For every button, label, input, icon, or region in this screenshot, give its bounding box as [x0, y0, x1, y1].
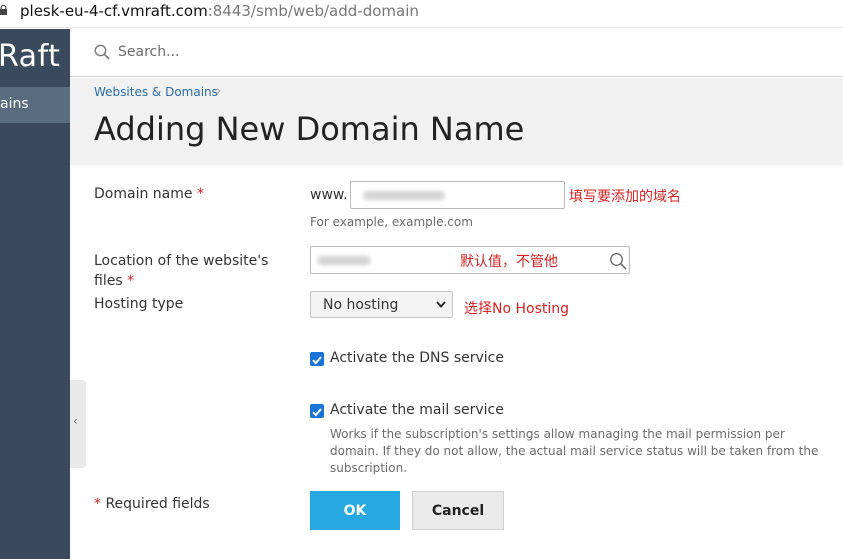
required-mark: *	[94, 496, 101, 512]
lock-icon	[0, 5, 7, 15]
cancel-button[interactable]: Cancel	[412, 491, 504, 530]
url-text[interactable]: plesk-eu-4-cf.vmraft.com:8443/smb/web/ad…	[20, 2, 419, 20]
location-label: Location of the website's files *	[94, 251, 274, 291]
required-fields-text: Required fields	[105, 496, 210, 512]
location-label-text: Location of the website's files	[94, 253, 269, 289]
sidebar-collapse-handle[interactable]: ‹	[70, 380, 86, 468]
hosting-type-label: Hosting type	[94, 296, 184, 312]
search-icon	[94, 44, 110, 60]
sidebar-item-label: ains	[0, 96, 29, 112]
hosting-type-value: No hosting	[323, 297, 399, 313]
hosting-annotation: 选择No Hosting	[464, 301, 570, 317]
mail-service-description: Works if the subscription's settings all…	[330, 427, 819, 475]
page-header: Websites & Domains › Adding New Domain N…	[70, 78, 843, 165]
browser-address-bar[interactable]: plesk-eu-4-cf.vmraft.com:8443/smb/web/ad…	[0, 0, 843, 28]
ok-button[interactable]: OK	[310, 491, 400, 530]
chevron-down-icon	[436, 301, 446, 308]
search-input[interactable]: Search...	[118, 44, 179, 60]
required-mark: *	[196, 186, 204, 202]
dns-checkbox-label[interactable]: Activate the DNS service	[330, 350, 504, 366]
browse-search-icon[interactable]	[609, 252, 627, 270]
domain-hint: For example, example.com	[310, 215, 473, 229]
checkmark-icon	[312, 356, 322, 365]
domain-name-label-text: Domain name	[94, 186, 193, 202]
blurred-value	[363, 191, 445, 200]
page-title: Adding New Domain Name	[94, 110, 525, 148]
mail-checkbox-label[interactable]: Activate the mail service	[330, 402, 504, 418]
blurred-value	[317, 256, 371, 265]
breadcrumb-websites-domains[interactable]: Websites & Domains	[94, 85, 218, 99]
mail-checkbox[interactable]	[310, 404, 324, 418]
required-fields-note: * Required fields	[94, 496, 210, 512]
hosting-type-select[interactable]: No hosting	[310, 291, 453, 318]
sidebar: Raft ains	[0, 29, 70, 559]
url-host: plesk-eu-4-cf.vmraft.com	[20, 2, 208, 20]
chevron-right-icon: ›	[216, 84, 222, 99]
location-annotation: 默认值，不管他	[460, 254, 558, 270]
chevron-left-icon: ‹	[73, 414, 78, 428]
domain-annotation: 填写要添加的域名	[569, 189, 681, 205]
brand-logo[interactable]: Raft	[0, 39, 60, 74]
top-bar: Search...	[70, 29, 843, 77]
www-prefix: www.	[310, 187, 348, 203]
url-path: :8443/smb/web/add-domain	[207, 2, 419, 20]
checkmark-icon	[312, 408, 322, 417]
dns-checkbox[interactable]	[310, 352, 324, 366]
required-mark: *	[127, 273, 135, 289]
domain-name-label: Domain name *	[94, 186, 204, 202]
sidebar-item-domains[interactable]: ains	[0, 87, 70, 123]
domain-name-input[interactable]	[350, 181, 565, 209]
